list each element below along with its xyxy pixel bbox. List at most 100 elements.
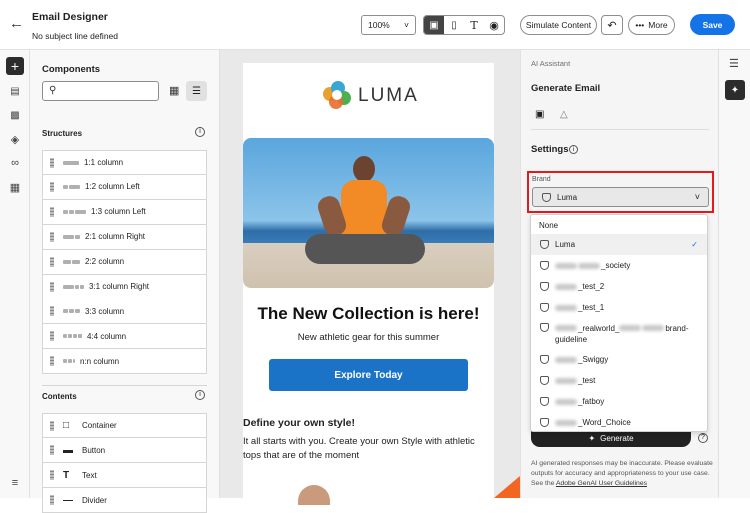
- content-item[interactable]: ― Divider: [42, 488, 207, 513]
- undo-button[interactable]: ↶: [601, 15, 623, 35]
- stack-icon[interactable]: ≡: [6, 474, 24, 492]
- info-icon[interactable]: i: [195, 127, 205, 137]
- brand-option-none[interactable]: None: [531, 215, 707, 236]
- brand-wordmark: LUMA: [358, 85, 419, 106]
- simulate-content-button[interactable]: Simulate Content: [520, 15, 597, 35]
- assets-icon[interactable]: ▩: [6, 106, 24, 124]
- content-label: Container: [82, 421, 117, 430]
- drag-handle-icon[interactable]: [50, 157, 54, 168]
- email-body[interactable]: LUMA The New Collection is here! New ath…: [243, 63, 494, 505]
- structure-item[interactable]: 1:3 column Left: [42, 199, 207, 225]
- ai-assistant-button[interactable]: ✦: [725, 80, 745, 100]
- button-icon: ▬: [63, 444, 73, 456]
- grid-view-icon[interactable]: ▦: [169, 84, 179, 97]
- drag-handle-icon[interactable]: [50, 356, 54, 367]
- column-layout-icon: [63, 334, 82, 339]
- email-headline: The New Collection is here!: [257, 304, 480, 323]
- brand-select[interactable]: Luma ˅: [532, 187, 709, 207]
- undo-icon: ↶: [607, 19, 617, 32]
- back-arrow-icon[interactable]: ←: [9, 15, 24, 32]
- guidelines-link[interactable]: Adobe GenAI User Guidelines: [556, 480, 647, 487]
- drag-handle-icon[interactable]: [50, 495, 54, 505]
- divider-icon: ―: [63, 494, 73, 506]
- brand-option[interactable]: _society: [531, 255, 707, 276]
- option-label: _test_2: [578, 282, 605, 291]
- list-view-button[interactable]: ☰: [186, 81, 207, 101]
- structure-item[interactable]: 2:1 column Right: [42, 224, 207, 250]
- more-label: More: [648, 20, 668, 30]
- brand-label: Brand: [532, 176, 551, 183]
- drag-handle-icon[interactable]: [50, 420, 54, 431]
- brand-option[interactable]: _test_1: [531, 297, 707, 318]
- drag-handle-icon[interactable]: [50, 445, 54, 455]
- search-input[interactable]: ⚲: [42, 81, 159, 101]
- brand-option[interactable]: _Swiggy: [531, 349, 707, 370]
- brand-option-luma[interactable]: Luma ✓: [531, 234, 707, 255]
- section-body: It all starts with you. Create your own …: [243, 436, 475, 461]
- subject-line: No subject line defined: [32, 31, 119, 41]
- scan-icon[interactable]: ▣: [535, 109, 544, 120]
- help-icon[interactable]: ?: [698, 433, 708, 443]
- column-layout-icon: [63, 160, 79, 165]
- fragments-icon[interactable]: ◈: [6, 130, 24, 148]
- brand-option[interactable]: _test: [531, 370, 707, 391]
- brand-option[interactable]: _realworld_ brand-guideline: [531, 318, 707, 348]
- drag-handle-icon[interactable]: [50, 231, 54, 242]
- preview-eye-icon[interactable]: ◉: [484, 19, 504, 32]
- settings-heading: Settings: [531, 144, 569, 155]
- drag-handle-icon[interactable]: [50, 306, 54, 317]
- components-title: Components: [42, 64, 101, 75]
- layers-icon[interactable]: ▤: [6, 82, 24, 100]
- structure-item[interactable]: n:n column: [42, 349, 207, 375]
- brand-select-value: Luma: [557, 192, 578, 202]
- content-item[interactable]: T Text: [42, 463, 207, 488]
- brand-option[interactable]: _fatboy: [531, 391, 707, 412]
- structure-item[interactable]: 3:1 column Right: [42, 274, 207, 300]
- shield-icon: [540, 376, 549, 385]
- info-icon[interactable]: i: [195, 390, 205, 400]
- luma-logo-icon: [323, 81, 351, 109]
- structure-item[interactable]: 4:4 column: [42, 324, 207, 350]
- structure-label: 1:1 column: [84, 158, 124, 167]
- structures-heading: Structures: [42, 129, 83, 138]
- drag-handle-icon[interactable]: [50, 470, 54, 480]
- content-item[interactable]: ▬ Button: [42, 438, 207, 463]
- zoom-select[interactable]: 100% ˅: [361, 15, 416, 35]
- link-icon[interactable]: ∞: [6, 154, 24, 172]
- drag-handle-icon[interactable]: [50, 181, 54, 192]
- ai-assistant-label: AI Assistant: [531, 59, 571, 68]
- column-layout-icon: [63, 184, 80, 189]
- structure-item[interactable]: 2:2 column: [42, 249, 207, 275]
- info-icon[interactable]: i: [569, 145, 578, 154]
- drag-handle-icon[interactable]: [50, 206, 54, 217]
- contents-heading: Contents: [42, 392, 77, 401]
- save-button[interactable]: Save: [690, 14, 735, 35]
- settings-sliders-icon[interactable]: ☰: [729, 57, 739, 70]
- structure-label: 1:3 column Left: [91, 207, 146, 217]
- text-view-icon[interactable]: T: [464, 19, 484, 32]
- grid-icon[interactable]: ▦: [6, 178, 24, 196]
- structure-item[interactable]: 1:1 column: [42, 150, 207, 175]
- app-header: ← Email Designer No subject line defined…: [0, 0, 750, 50]
- hero-image[interactable]: [243, 138, 494, 288]
- desktop-view-icon[interactable]: ▣: [424, 16, 444, 34]
- brand-option[interactable]: _Word_Choice: [531, 412, 707, 433]
- structure-item[interactable]: 1:2 column Left: [42, 174, 207, 200]
- divider: [531, 129, 709, 130]
- add-icon[interactable]: +: [6, 57, 24, 75]
- mobile-view-icon[interactable]: ▯: [444, 20, 464, 31]
- flask-icon[interactable]: △: [560, 109, 568, 120]
- cta-button[interactable]: Explore Today: [269, 359, 468, 391]
- option-label: Luma: [555, 240, 576, 249]
- structure-item[interactable]: 3:3 column: [42, 299, 207, 325]
- page-title: Email Designer: [32, 11, 108, 23]
- search-icon: ⚲: [49, 85, 57, 96]
- drag-handle-icon[interactable]: [50, 331, 54, 342]
- brand-option[interactable]: _test_2: [531, 276, 707, 297]
- drag-handle-icon[interactable]: [50, 281, 54, 292]
- drag-handle-icon[interactable]: [50, 256, 54, 267]
- generate-label: Generate: [600, 433, 634, 443]
- content-label: Divider: [82, 495, 107, 505]
- more-button[interactable]: ••• More: [628, 15, 675, 35]
- content-item[interactable]: □ Container: [42, 413, 207, 438]
